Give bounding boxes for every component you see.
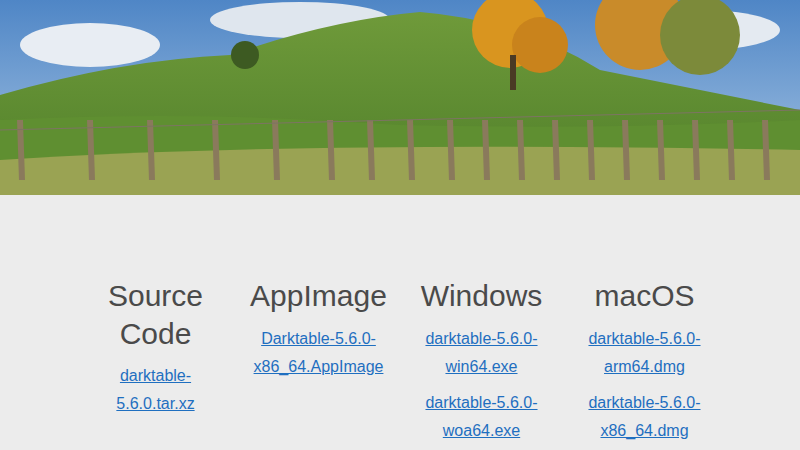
- download-link[interactable]: darktable-5.6.0-x86_64.dmg: [572, 389, 717, 445]
- download-link[interactable]: darktable-5.6.0.tar.xz: [83, 362, 228, 418]
- platform-heading: macOS: [594, 277, 694, 315]
- download-link[interactable]: darktable-5.6.0-win64.exe: [409, 325, 554, 381]
- platform-heading: Windows: [421, 277, 543, 315]
- downloads-section: Source Code darktable-5.6.0.tar.xz AppImag…: [0, 195, 800, 450]
- download-column: Windows darktable-5.6.0-win64.exe darktabl…: [409, 277, 554, 450]
- platform-heading: Source Code: [83, 277, 228, 352]
- download-column: macOS darktable-5.6.0-arm64.dmg darktable-…: [572, 277, 717, 450]
- platform-heading: AppImage: [250, 277, 387, 315]
- download-link[interactable]: darktable-5.6.0-woa64.exe: [409, 389, 554, 445]
- download-page: Source Code darktable-5.6.0.tar.xz AppImag…: [0, 0, 800, 450]
- download-link[interactable]: Darktable-5.6.0-x86_64.AppImage: [246, 325, 391, 381]
- landscape-photo-icon: [0, 0, 800, 195]
- download-link[interactable]: darktable-5.6.0-arm64.dmg: [572, 325, 717, 381]
- download-column: Source Code darktable-5.6.0.tar.xz: [83, 277, 228, 426]
- hero-photo: [0, 0, 800, 195]
- download-column: AppImage Darktable-5.6.0-x86_64.AppImage: [246, 277, 391, 389]
